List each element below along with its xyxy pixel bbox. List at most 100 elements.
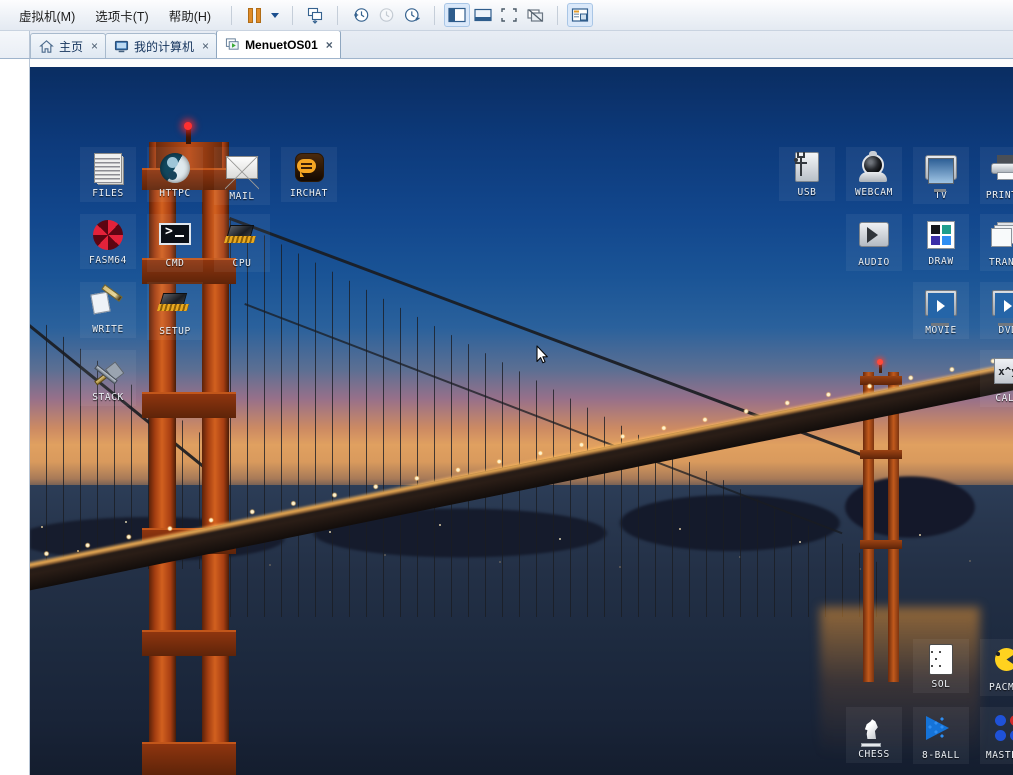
tab-menuetos01-close[interactable]: × (326, 38, 333, 52)
desktop-icon-httpc[interactable]: HTTPC (147, 147, 203, 202)
tab-strip-sidebar-spacer (0, 30, 30, 58)
tab-home[interactable]: 主页 × (30, 33, 107, 58)
sol-icon (927, 644, 955, 675)
desktop-icon-label: CPU (232, 258, 252, 269)
menu-tabs[interactable]: 选项卡(T) (86, 3, 157, 28)
toolbar-separator (434, 5, 436, 25)
desktop-icon-label: AUDIO (858, 257, 890, 268)
audio-icon (859, 222, 889, 247)
tab-my-computer[interactable]: 我的计算机 × (105, 33, 218, 58)
transp-icon (991, 222, 1013, 248)
desktop-icon-8-ball[interactable]: 8-BALL (913, 707, 969, 764)
desktop-icon-label: USB (797, 187, 817, 198)
desktop-icon-graphic (857, 151, 891, 186)
tab-home-label: 主页 (59, 39, 84, 54)
menu-help[interactable]: 帮助(H) (160, 3, 220, 28)
mouse-cursor (536, 345, 549, 365)
revert-snapshot-button[interactable] (373, 3, 399, 27)
masterm-peg (995, 715, 1006, 726)
toolbar-separator (231, 5, 233, 25)
desktop-icon-label: MOVIE (925, 325, 957, 336)
show-library-button[interactable] (444, 3, 471, 27)
draw-swatch (931, 225, 940, 234)
desktop-icon-graphic (790, 152, 824, 186)
menu-virtual-machine[interactable]: 虚拟机(M) (10, 3, 84, 28)
clock-plus-icon (353, 7, 368, 22)
desktop-icon-files[interactable]: FILES (80, 147, 136, 202)
desktop-icon-label: STACK (92, 392, 124, 403)
desktop-icon-label: FASM64 (89, 255, 127, 266)
desktop-icon-webcam[interactable]: WEBCAM (846, 147, 902, 201)
fullscreen-icon (501, 8, 517, 22)
desktop-icon-stack[interactable]: STACK (80, 350, 136, 406)
write-icon (90, 284, 123, 317)
console-view-button[interactable] (567, 3, 594, 27)
snapshot-manager-button[interactable] (302, 3, 328, 27)
tab-home-close[interactable]: × (91, 39, 98, 53)
fasm-icon (93, 220, 123, 250)
vm-guest-screen[interactable]: FILES HTTPC MAIL IRCHAT FASM64 CMD CPU WRITE SET… (30, 67, 1013, 775)
unity-mode-button[interactable] (522, 3, 548, 27)
take-snapshot-button[interactable] (347, 3, 373, 27)
desktop-icon-masterm[interactable]: MASTERM (980, 707, 1013, 764)
desktop-icon-setup[interactable]: SETUP (147, 282, 203, 340)
show-thumbnail-button[interactable] (470, 3, 496, 27)
desktop-icon-label: SOL (931, 679, 951, 690)
desktop-icon-label: IRCHAT (290, 188, 328, 199)
desktop-icon-graphic (158, 153, 192, 187)
desktop-icon-tv[interactable]: TV (913, 147, 969, 204)
pause-button[interactable] (241, 3, 267, 27)
chip-icon (223, 223, 257, 245)
desktop-icon-graphic (991, 647, 1013, 681)
console-view-icon (571, 8, 589, 22)
files-icon (94, 153, 122, 183)
desktop-icon-irchat[interactable]: IRCHAT (281, 147, 337, 202)
desktop-icon-label: WEBCAM (855, 187, 893, 198)
desktop-icon-graphic (91, 220, 125, 254)
desktop-icon-draw[interactable]: DRAW (913, 214, 969, 270)
printer-icon (991, 155, 1013, 181)
desktop-icon-usb[interactable]: USB (779, 147, 835, 201)
desktop-icon-mail[interactable]: MAIL (214, 147, 270, 205)
desktop-icon-audio[interactable]: AUDIO (846, 214, 902, 271)
desktop-icon-cpu[interactable]: CPU (214, 214, 270, 272)
tab-my-computer-close[interactable]: × (202, 39, 209, 53)
desktop-icon-label: HTTPC (159, 188, 191, 199)
desktop-icon-label: CALC (995, 393, 1013, 404)
desktop-icon-printer[interactable]: PRINTER (980, 147, 1013, 204)
home-icon (39, 39, 54, 53)
power-dropdown-button[interactable] (267, 4, 283, 26)
desktop-icon-graphic (857, 222, 891, 256)
desktop-icon-cmd[interactable]: CMD (147, 214, 203, 272)
desktop-icon-label: DVD (998, 325, 1013, 336)
desktop-icon-label: PRINTER (985, 190, 1013, 201)
desktop-icon-sol[interactable]: SOL (913, 639, 969, 693)
desktop-icon-graphic (158, 223, 192, 257)
desktop-icon-chess[interactable]: CHESS (846, 707, 902, 763)
desktop-icon-calc[interactable]: x^y CALC (980, 350, 1013, 407)
desktop-icon-write[interactable]: WRITE (80, 282, 136, 338)
desktop-icon-graphic (924, 644, 958, 678)
desktop-icon-label: CHESS (858, 749, 890, 760)
library-sidebar (0, 31, 30, 775)
desktop-icon-movie[interactable]: MOVIE (913, 282, 969, 339)
desktop-icon-transp[interactable]: TRANSP (980, 214, 1013, 271)
master-icon (995, 715, 1013, 741)
clock-revert-icon (379, 7, 393, 22)
mail-icon (225, 156, 259, 190)
draw-icon (927, 221, 955, 249)
desktop-icon-graphic (90, 284, 125, 323)
fullscreen-button[interactable] (496, 3, 522, 27)
desktop-icon-label: MAIL (229, 191, 255, 202)
usb-icon (794, 152, 819, 182)
menu-toolbar: 虚拟机(M) 选项卡(T) 帮助(H) (0, 0, 1013, 31)
tab-menuetos01[interactable]: MenuetOS01 × (216, 30, 341, 58)
desktop-icon-graphic (857, 714, 891, 748)
desktop-icon-graphic (223, 223, 259, 257)
desktop-icon-graphic (225, 156, 259, 190)
irchat-icon (294, 153, 324, 182)
desktop-icon-dvd[interactable]: DVD (980, 282, 1013, 339)
desktop-icon-pacman[interactable]: PACMAN (980, 639, 1013, 696)
manage-snapshots-button[interactable] (399, 3, 425, 27)
desktop-icon-fasm64[interactable]: FASM64 (80, 214, 136, 269)
